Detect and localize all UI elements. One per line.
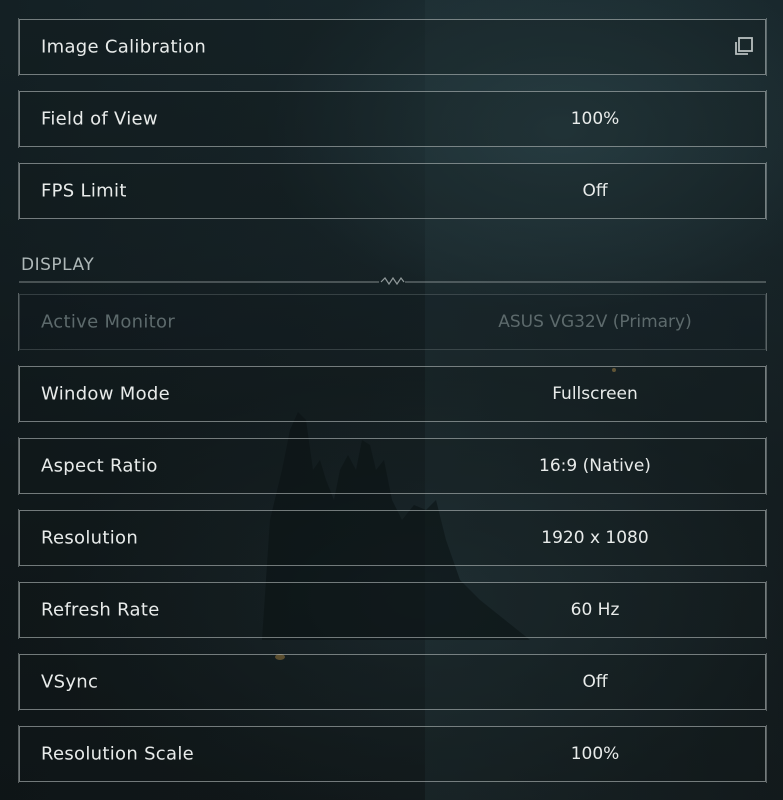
field-of-view-row[interactable]: Field of View 100% xyxy=(18,90,767,148)
vsync-row[interactable]: VSync Off xyxy=(18,653,767,711)
row-label: Aspect Ratio xyxy=(41,455,158,477)
row-value: 1920 x 1080 xyxy=(541,528,649,548)
row-label: Window Mode xyxy=(41,383,171,405)
row-value: 60 Hz xyxy=(570,600,620,620)
row-label: Resolution Scale xyxy=(41,743,195,765)
display-section-header: DISPLAY xyxy=(21,255,95,275)
window-mode-row[interactable]: Window Mode Fullscreen xyxy=(18,365,767,423)
row-label: Resolution xyxy=(41,527,139,549)
row-value: Off xyxy=(582,181,608,201)
row-value: 100% xyxy=(570,109,620,129)
section-divider xyxy=(19,276,766,286)
row-label: Field of View xyxy=(41,108,158,130)
fps-limit-row[interactable]: FPS Limit Off xyxy=(18,162,767,220)
row-value: 100% xyxy=(570,744,620,764)
row-label: Refresh Rate xyxy=(41,599,160,621)
refresh-rate-row[interactable]: Refresh Rate 60 Hz xyxy=(18,581,767,639)
row-value: 16:9 (Native) xyxy=(539,456,651,476)
row-label: Active Monitor xyxy=(41,311,176,333)
row-label: Image Calibration xyxy=(41,36,207,58)
row-label: VSync xyxy=(41,671,99,693)
row-value: Fullscreen xyxy=(552,384,638,404)
row-value: ASUS VG32V (Primary) xyxy=(498,312,692,332)
active-monitor-row: Active Monitor ASUS VG32V (Primary) xyxy=(18,293,767,351)
image-calibration-row[interactable]: Image Calibration xyxy=(18,18,767,76)
resolution-row[interactable]: Resolution 1920 x 1080 xyxy=(18,509,767,567)
resolution-scale-row[interactable]: Resolution Scale 100% xyxy=(18,725,767,783)
copy-icon[interactable] xyxy=(731,35,755,59)
row-label: FPS Limit xyxy=(41,180,127,202)
ornament-icon xyxy=(380,276,405,286)
aspect-ratio-row[interactable]: Aspect Ratio 16:9 (Native) xyxy=(18,437,767,495)
row-value: Off xyxy=(582,672,608,692)
